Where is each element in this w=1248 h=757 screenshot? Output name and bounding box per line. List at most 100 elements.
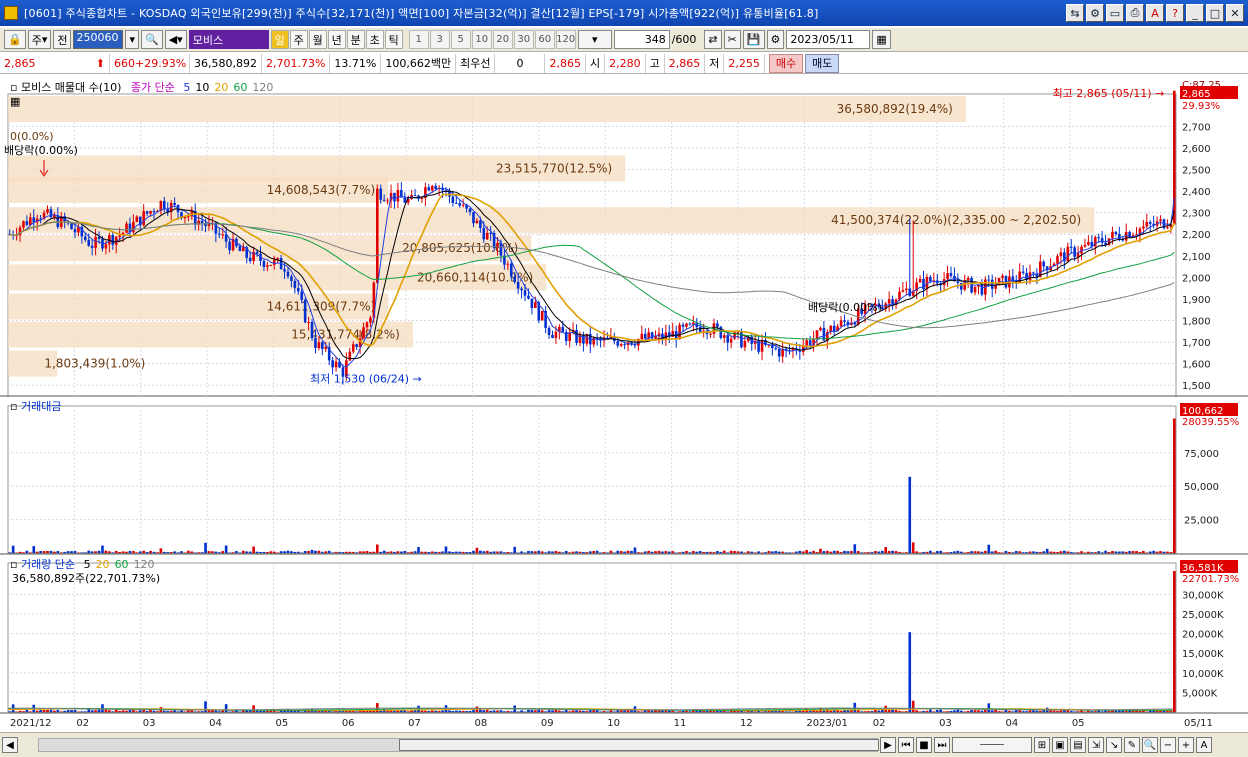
volume-bar bbox=[252, 705, 255, 712]
candle-body bbox=[403, 197, 407, 203]
period-3[interactable]: 년 bbox=[327, 30, 346, 49]
volume-bar bbox=[530, 710, 534, 712]
chart-area[interactable]: 2021/12 02 03 04 05 06 07 08 09 10 11 12 2023/01 02 03… bbox=[0, 76, 1248, 732]
crosshair-icon[interactable]: ⊞ bbox=[1034, 737, 1050, 753]
period-6[interactable]: 틱 bbox=[384, 30, 403, 49]
period-2[interactable]: 월 bbox=[308, 30, 327, 49]
settings-icon[interactable]: ⚙ bbox=[1086, 4, 1104, 22]
pen-icon[interactable]: ✎ bbox=[1124, 737, 1140, 753]
help-icon[interactable]: ? bbox=[1166, 4, 1184, 22]
amount-bar bbox=[1059, 551, 1063, 553]
interval-20[interactable]: 20 bbox=[492, 30, 513, 49]
candle-body bbox=[145, 211, 149, 214]
minus-icon[interactable]: − bbox=[1160, 737, 1176, 753]
data-count[interactable]: 348 bbox=[613, 30, 670, 49]
amount-bar bbox=[963, 552, 967, 553]
font-size-icon[interactable]: A bbox=[1196, 737, 1212, 753]
tool-icon[interactable]: ✂ bbox=[723, 30, 741, 49]
calendar-icon[interactable]: ▦ bbox=[872, 30, 891, 49]
font-icon[interactable]: A bbox=[1146, 4, 1164, 22]
period-0[interactable]: 일 bbox=[270, 30, 289, 49]
volume-bar bbox=[35, 710, 39, 712]
skip-forward-icon[interactable]: ⏭ bbox=[934, 737, 950, 753]
period-1[interactable]: 주 bbox=[289, 30, 308, 49]
y-axis-label: 1,700 bbox=[1182, 338, 1211, 349]
play-icon[interactable]: ▶ bbox=[880, 737, 896, 753]
plus-icon[interactable]: + bbox=[1178, 737, 1194, 753]
interval-120[interactable]: 120 bbox=[555, 30, 576, 49]
volume-bar bbox=[1056, 710, 1059, 712]
interval-60[interactable]: 60 bbox=[534, 30, 555, 49]
stock-name[interactable]: 모비스 bbox=[188, 30, 269, 49]
zoom-icon[interactable]: 🔍 bbox=[1142, 737, 1158, 753]
dropdown-icon[interactable]: ▾ bbox=[125, 30, 140, 49]
app-icon bbox=[4, 6, 18, 20]
interval-3[interactable]: 3 bbox=[429, 30, 450, 49]
speed-slider[interactable]: ┄┄┄┄ bbox=[952, 737, 1032, 753]
amount-bar bbox=[527, 550, 530, 553]
arrow-icon[interactable]: ↘ bbox=[1106, 737, 1122, 753]
candle-body bbox=[293, 280, 297, 289]
period-5[interactable]: 초 bbox=[365, 30, 384, 49]
amount-bar bbox=[582, 551, 585, 553]
stock-code-input[interactable]: 250060 bbox=[73, 30, 124, 49]
save-icon[interactable]: 💾 bbox=[742, 30, 765, 49]
minimize-icon[interactable]: _ bbox=[1186, 4, 1204, 22]
link-icon[interactable]: ⇆ bbox=[1066, 4, 1084, 22]
compare-icon[interactable]: ▤ bbox=[1070, 737, 1086, 753]
search-icon[interactable]: 🔍 bbox=[141, 30, 163, 49]
close-icon[interactable]: ✕ bbox=[1226, 4, 1244, 22]
x-axis-label: 11 bbox=[674, 718, 687, 729]
data-count-total: /600 bbox=[671, 33, 697, 46]
amount-bar bbox=[1032, 551, 1035, 553]
amount-bar bbox=[382, 550, 386, 553]
arrows-icon[interactable]: ⇄ bbox=[704, 30, 722, 49]
candle-body bbox=[534, 302, 537, 308]
amount-bar bbox=[420, 551, 424, 553]
dividend-value: 0(0.0%) bbox=[10, 130, 54, 143]
scroll-thumb[interactable] bbox=[399, 739, 879, 751]
chart-scrollbar[interactable]: ◀ ▶ ⏮ ■ ⏭ ┄┄┄┄ ⊞ ▣ ▤ ⇲ ↘ ✎ 🔍 − + A bbox=[0, 732, 1248, 757]
skip-back-icon[interactable]: ⏮ bbox=[898, 737, 914, 753]
volume-bar bbox=[87, 709, 91, 712]
volume-bar bbox=[1093, 711, 1097, 712]
volume-bar bbox=[42, 709, 46, 712]
interval-5[interactable]: 5 bbox=[450, 30, 471, 49]
volume-bar bbox=[984, 709, 987, 712]
layout-icon[interactable]: ▣ bbox=[1052, 737, 1068, 753]
gear-icon[interactable]: ⚙ bbox=[766, 30, 785, 49]
amount-bar bbox=[1107, 552, 1111, 553]
print-icon[interactable]: ⎙ bbox=[1126, 4, 1144, 22]
lock-icon[interactable]: 🔒 bbox=[4, 30, 26, 49]
scroll-left-icon[interactable]: ◀ bbox=[2, 737, 18, 753]
interval-1[interactable]: 1 bbox=[408, 30, 429, 49]
date-input[interactable]: 2023/05/11 bbox=[786, 30, 871, 49]
amount-bar bbox=[798, 550, 802, 553]
y-axis-label: 1,500 bbox=[1182, 381, 1211, 392]
scroll-track[interactable] bbox=[38, 738, 879, 752]
buy-button[interactable]: 매수 bbox=[768, 53, 804, 73]
candle-body bbox=[262, 260, 266, 267]
period-4[interactable]: 분 bbox=[346, 30, 365, 49]
amount-bar bbox=[303, 551, 307, 553]
numbers-dropdown[interactable]: ▾ bbox=[577, 30, 612, 49]
sell-button[interactable]: 매도 bbox=[805, 53, 840, 73]
grid-icon[interactable]: ▦ bbox=[10, 95, 20, 108]
volume-bar bbox=[176, 711, 180, 712]
maximize-icon[interactable]: □ bbox=[1206, 4, 1224, 22]
chart-svg[interactable]: 2021/12 02 03 04 05 06 07 08 09 10 11 12 2023/01 02 03… bbox=[0, 76, 1248, 732]
interval-10[interactable]: 10 bbox=[471, 30, 492, 49]
screen-icon[interactable]: ▭ bbox=[1106, 4, 1124, 22]
market-select[interactable]: 주 ▾ bbox=[27, 30, 52, 49]
x-axis-label: 07 bbox=[408, 718, 421, 729]
interval-30[interactable]: 30 bbox=[513, 30, 534, 49]
stop-icon[interactable]: ■ bbox=[916, 737, 932, 753]
candle-body bbox=[990, 279, 994, 289]
volume-bar bbox=[393, 710, 396, 712]
prev-button[interactable]: 전 bbox=[53, 30, 72, 49]
amount-bar bbox=[351, 551, 355, 553]
volume-bar bbox=[506, 710, 510, 712]
expand-icon[interactable]: ⇲ bbox=[1088, 737, 1104, 753]
speaker-icon[interactable]: ◀▾ bbox=[164, 30, 187, 49]
amount-bar bbox=[138, 551, 142, 553]
